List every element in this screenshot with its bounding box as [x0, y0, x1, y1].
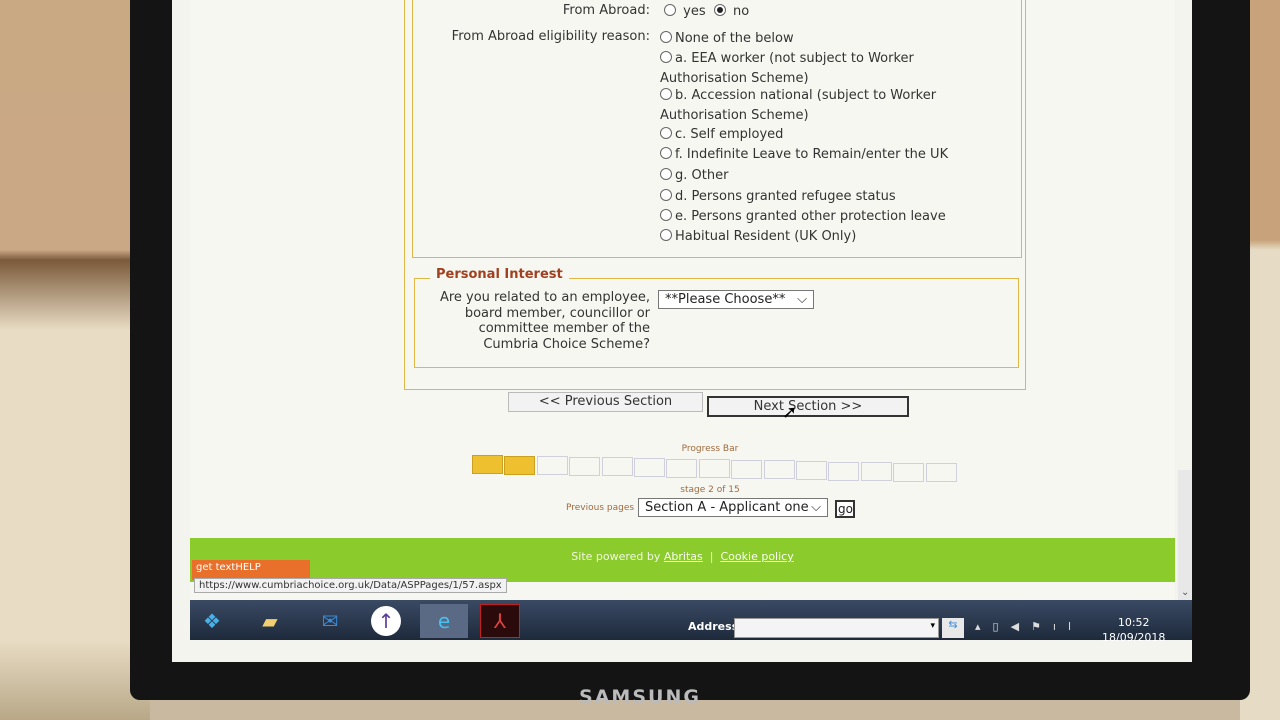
eligibility-label: From Abroad eligibility reason:	[451, 29, 650, 44]
from-abroad-radios: yes no	[664, 2, 994, 22]
radio-yes[interactable]	[664, 4, 676, 16]
eligibility-option[interactable]: b. Accession national (subject to Worker…	[660, 86, 990, 126]
clock-date: 18/09/2018	[1102, 631, 1166, 644]
progress-segment	[925, 463, 957, 483]
progress-segment	[569, 456, 601, 476]
eligibility-option[interactable]: d. Persons granted refugee status	[660, 187, 990, 207]
option-label: d. Persons granted refugee status	[675, 189, 896, 204]
chevron-down-icon: ⌵	[797, 292, 807, 307]
progress-segment	[860, 462, 892, 482]
scrollbar[interactable]: ⌄	[1178, 470, 1192, 600]
personal-interest-select[interactable]: **Please Choose** ⌵	[658, 290, 814, 309]
progress-segment	[634, 458, 665, 477]
option-label: Habitual Resident (UK Only)	[675, 229, 857, 244]
site-footer: Site powered by Abritas | Cookie policy	[190, 538, 1175, 582]
progress-segment	[893, 462, 925, 482]
select-value: **Please Choose**	[665, 292, 786, 307]
from-abroad-label: From Abroad:	[562, 3, 650, 18]
radio-button[interactable]	[660, 209, 672, 221]
chevron-down-icon: ⌵	[811, 500, 821, 515]
no-label: no	[733, 4, 750, 19]
cookie-policy-link[interactable]: Cookie policy	[721, 550, 794, 563]
go-arrows-icon[interactable]: ⇆	[942, 618, 964, 638]
progress-segment	[698, 459, 730, 479]
eligibility-option[interactable]: Habitual Resident (UK Only)	[660, 227, 990, 247]
powered-by-text: Site powered by	[571, 550, 661, 563]
radio-button[interactable]	[660, 51, 672, 63]
personal-interest-legend: Personal Interest	[430, 267, 569, 282]
eligibility-option[interactable]: c. Self employed	[660, 125, 990, 145]
progress-segment	[601, 457, 633, 477]
address-label: Address	[688, 620, 739, 633]
eligibility-option[interactable]: None of the below	[660, 29, 990, 49]
option-label: g. Other	[675, 168, 729, 183]
radio-button[interactable]	[660, 88, 672, 100]
clock-time: 10:52	[1117, 616, 1150, 629]
progress-segment	[472, 455, 503, 474]
texthelp-toolbar[interactable]: get textHELP	[192, 560, 310, 580]
progress-segment	[796, 461, 827, 480]
previous-section-button[interactable]: << Previous Section	[508, 392, 703, 412]
web-page: From Abroad: yes no From Abroad eligibil…	[190, 0, 1175, 600]
option-label: a. EEA worker (not subject to Worker Aut…	[660, 51, 914, 86]
scroll-down-icon[interactable]: ⌄	[1181, 587, 1189, 598]
monitor-brand: SAMSUNG	[579, 686, 701, 708]
option-label: f. Indefinite Leave to Remain/enter the …	[675, 147, 949, 162]
screen: From Abroad: yes no From Abroad eligibil…	[172, 0, 1192, 662]
status-bar-url: https://www.cumbriachoice.org.uk/Data/AS…	[194, 578, 507, 593]
yes-label: yes	[683, 4, 706, 19]
personal-interest-question: Are you related to an employee, board me…	[439, 290, 650, 352]
radio-button[interactable]	[660, 31, 672, 43]
eligibility-option[interactable]: g. Other	[660, 166, 990, 186]
radio-button[interactable]	[660, 189, 672, 201]
progress-segment	[504, 455, 536, 475]
tray-icons[interactable]: ▴▯◀⚑ıl	[975, 620, 1083, 633]
progress-segment	[828, 461, 860, 481]
background-wall	[0, 0, 150, 720]
progress-segment	[763, 460, 795, 480]
abritas-link[interactable]: Abritas	[664, 550, 703, 563]
option-label: c. Self employed	[675, 127, 784, 142]
option-label: b. Accession national (subject to Worker…	[660, 88, 937, 123]
address-input[interactable]: ▾	[734, 618, 939, 638]
eligibility-option[interactable]: f. Indefinite Leave to Remain/enter the …	[660, 145, 990, 165]
radio-button[interactable]	[660, 229, 672, 241]
radio-no[interactable]	[713, 4, 726, 16]
radio-button[interactable]	[660, 127, 672, 139]
stage-text: stage 2 of 15	[680, 485, 740, 495]
progress-bar-label: Progress Bar	[681, 444, 739, 454]
eligibility-option[interactable]: e. Persons granted other protection leav…	[660, 207, 990, 227]
progress-segment	[666, 458, 698, 478]
radio-button[interactable]	[660, 168, 672, 180]
folder-icon[interactable]: ▰	[250, 604, 290, 638]
taskbar: ❖ ▰ ✉ ↑ e ⅄ Address ▾ ⇆ ▴▯◀⚑ıl 10:52 18/0…	[190, 600, 1192, 644]
previous-pages-value: Section A - Applicant one	[645, 500, 809, 515]
next-section-button[interactable]: Next Section >>	[707, 396, 909, 417]
outlook-icon[interactable]: ✉	[310, 604, 350, 638]
progress-segment	[731, 459, 763, 479]
option-label: e. Persons granted other protection leav…	[675, 209, 946, 224]
windows-start-icon[interactable]: ❖	[192, 604, 232, 638]
radio-button[interactable]	[660, 147, 672, 159]
internet-explorer-icon[interactable]: e	[420, 604, 468, 638]
clock[interactable]: 10:52 18/09/2018	[1102, 615, 1165, 645]
adobe-acrobat-icon[interactable]: ⅄	[480, 604, 520, 638]
upload-arrow-icon[interactable]: ↑	[366, 604, 406, 638]
option-label: None of the below	[675, 31, 794, 46]
progress-segment	[536, 456, 568, 476]
go-button[interactable]: go	[835, 500, 855, 518]
previous-pages-select[interactable]: Section A - Applicant one ⌵	[638, 498, 828, 517]
eligibility-option[interactable]: a. EEA worker (not subject to Worker Aut…	[660, 49, 990, 89]
mouse-cursor-icon: ➚	[782, 402, 798, 423]
previous-pages-label: Previous pages	[566, 503, 635, 513]
dropdown-icon[interactable]: ▾	[930, 621, 935, 631]
footer-separator: |	[709, 550, 714, 563]
